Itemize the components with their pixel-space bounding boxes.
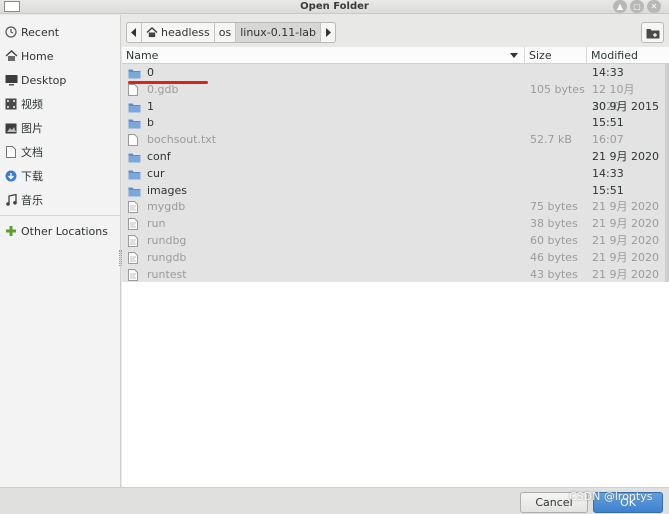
path-back-button[interactable]: [127, 23, 142, 42]
sidebar-item-pictures[interactable]: 图片: [0, 117, 120, 139]
path-segment-os[interactable]: os: [215, 23, 237, 42]
file-modified: 21 9月 2020: [592, 200, 659, 214]
table-row[interactable]: 1 30 9月 2015: [122, 98, 665, 115]
table-row[interactable]: rungdb 46 bytes 21 9月 2020: [122, 249, 665, 266]
file-name: mygdb: [147, 200, 186, 214]
places-sidebar: Recent Home Desktop 视频 图片 文档 下载 音乐 Other…: [0, 15, 121, 487]
sidebar-item-desktop[interactable]: Desktop: [0, 69, 120, 91]
music-icon: [4, 193, 18, 207]
file-name: 0: [147, 66, 154, 79]
file-name: runtest: [147, 267, 187, 281]
file-modified: 21 9月 2020: [592, 217, 659, 231]
file-modified: 21 9月 2020: [592, 250, 659, 264]
file-modified: 21 9月 2020: [592, 267, 659, 281]
desktop-icon: [4, 73, 18, 87]
sidebar-item-videos[interactable]: 视频: [0, 93, 120, 115]
path-bar: headless os linux-0.11-lab: [126, 22, 336, 43]
file-name: rundbg: [147, 234, 187, 247]
file-modified: 21 9月 2020: [592, 150, 659, 163]
maximize-icon[interactable]: ▲: [613, 0, 627, 13]
download-icon: [4, 169, 18, 183]
file-name: b: [147, 116, 154, 130]
create-folder-button[interactable]: [641, 22, 664, 43]
window-title: Open Folder: [300, 1, 369, 12]
sidebar-item-documents[interactable]: 文档: [0, 141, 120, 163]
document-icon: [4, 145, 18, 159]
home-icon: [146, 27, 158, 38]
script-file-icon: [128, 268, 138, 286]
table-row[interactable]: cur 14:33: [122, 165, 665, 182]
file-name: rungdb: [147, 250, 187, 264]
table-row[interactable]: b 15:51: [122, 114, 665, 131]
file-size: 46 bytes: [530, 250, 578, 264]
file-name: bochsout.txt: [147, 133, 217, 147]
file-size: 75 bytes: [530, 200, 578, 214]
file-size: 60 bytes: [530, 234, 578, 247]
file-name: images: [147, 183, 187, 197]
sidebar-item-other-locations[interactable]: Other Locations: [0, 220, 120, 242]
sidebar-item-home[interactable]: Home: [0, 45, 120, 67]
file-rows: 0 14:33 0.gdb 105 bytes 12 10月 2020 1 30 9月 20…: [122, 64, 665, 282]
sidebar-item-music[interactable]: 音乐: [0, 189, 120, 211]
new-folder-icon: [646, 28, 659, 38]
file-size: 43 bytes: [530, 267, 578, 281]
sidebar-item-downloads[interactable]: 下载: [0, 165, 120, 187]
clock-icon: [4, 25, 18, 39]
home-icon: [4, 49, 18, 63]
path-segment-headless[interactable]: headless: [142, 23, 215, 42]
video-icon: [4, 97, 18, 111]
close-icon[interactable]: ✕: [647, 0, 661, 13]
file-name: 1: [147, 99, 154, 113]
file-list: Name Size Modified 0 14:33 0.gdb 105 bytes 1…: [122, 47, 669, 487]
annotation-underline: [128, 81, 208, 84]
path-forward-button[interactable]: [321, 23, 335, 42]
path-segment-current[interactable]: linux-0.11-lab: [236, 23, 321, 42]
chevron-right-icon: [326, 28, 331, 37]
sort-down-icon: [510, 53, 518, 58]
table-row[interactable]: runtest 43 bytes 21 9月 2020: [122, 266, 665, 283]
file-modified: 14:33: [592, 66, 624, 79]
table-row[interactable]: bochsout.txt 52.7 kB 16:07: [122, 131, 665, 148]
file-modified: 15:51: [592, 116, 624, 130]
table-row[interactable]: images 15:51: [122, 182, 665, 199]
file-modified: 30 9月 2015: [592, 99, 659, 113]
file-name: run: [147, 217, 166, 231]
file-modified: 15:51: [592, 183, 624, 197]
file-name: cur: [147, 166, 165, 180]
restore-icon[interactable]: ▢: [630, 0, 644, 13]
table-row[interactable]: mygdb 75 bytes 21 9月 2020: [122, 198, 665, 215]
file-size: 105 bytes: [530, 82, 585, 96]
column-header-name[interactable]: Name: [122, 47, 525, 64]
table-row[interactable]: rundbg 60 bytes 21 9月 2020: [122, 232, 665, 249]
table-row[interactable]: conf 21 9月 2020: [122, 148, 665, 165]
file-modified: 14:33: [592, 166, 624, 180]
file-size: 52.7 kB: [530, 133, 572, 147]
image-icon: [4, 121, 18, 135]
column-header-modified[interactable]: Modified: [587, 47, 669, 64]
plus-icon: [4, 224, 18, 238]
file-modified: 21 9月 2020: [592, 234, 659, 247]
chevron-left-icon: [131, 28, 136, 37]
list-header: Name Size Modified: [122, 47, 669, 64]
column-header-size[interactable]: Size: [525, 47, 587, 64]
table-row[interactable]: run 38 bytes 21 9月 2020: [122, 215, 665, 232]
watermark: CSDN @lrontys: [569, 490, 653, 503]
list-scrollbar[interactable]: [665, 64, 669, 282]
file-size: 38 bytes: [530, 217, 578, 231]
sidebar-item-recent[interactable]: Recent: [0, 21, 120, 43]
file-modified: 16:07: [592, 133, 624, 147]
file-name: conf: [147, 150, 171, 163]
title-bar: Open Folder ▲ ▢ ✕: [0, 0, 669, 14]
table-row[interactable]: 0 14:33: [122, 64, 665, 81]
sidebar-divider: [0, 215, 120, 216]
